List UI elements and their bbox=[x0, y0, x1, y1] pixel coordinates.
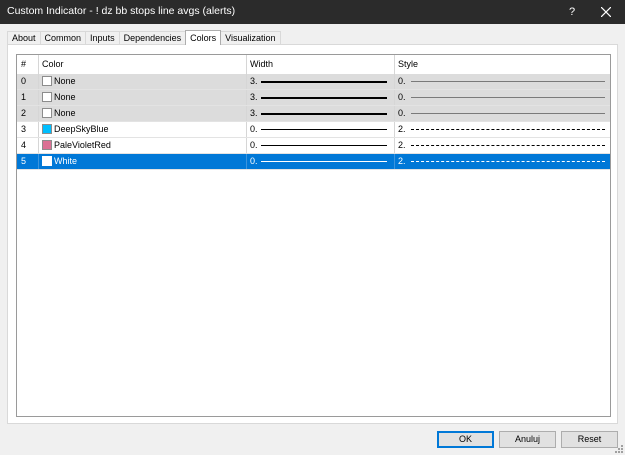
style-value: 0. bbox=[398, 108, 406, 118]
title-bar: Custom Indicator - ! dz bb stops line av… bbox=[0, 0, 625, 24]
color-cell[interactable]: White bbox=[39, 154, 247, 169]
table-row[interactable]: 2 None 3. 0. bbox=[17, 106, 610, 122]
colors-tab-panel: # Color Width Style 0 None 3. 0. 1 None 3. 0. 2 N… bbox=[7, 44, 618, 424]
cancel-button[interactable]: Anuluj bbox=[499, 431, 556, 448]
color-name: None bbox=[54, 76, 76, 86]
column-header-style[interactable]: Style bbox=[395, 55, 610, 74]
ok-button[interactable]: OK bbox=[437, 431, 494, 448]
tab-visualization[interactable]: Visualization bbox=[220, 31, 281, 45]
row-number: 1 bbox=[17, 90, 39, 105]
colors-grid: # Color Width Style 0 None 3. 0. 1 None 3. 0. 2 N… bbox=[16, 54, 611, 417]
width-cell[interactable]: 3. bbox=[247, 74, 395, 89]
width-cell[interactable]: 3. bbox=[247, 90, 395, 105]
width-cell[interactable]: 0. bbox=[247, 154, 395, 169]
row-number: 5 bbox=[17, 154, 39, 169]
width-value: 3. bbox=[250, 76, 258, 86]
color-swatch bbox=[42, 92, 52, 102]
row-number: 2 bbox=[17, 106, 39, 121]
width-sample-line bbox=[261, 129, 387, 130]
width-value: 0. bbox=[250, 140, 258, 150]
width-value: 3. bbox=[250, 108, 258, 118]
width-sample-line bbox=[261, 81, 387, 83]
style-value: 0. bbox=[398, 76, 406, 86]
style-value: 2. bbox=[398, 140, 406, 150]
table-row[interactable]: 4 PaleVioletRed 0. 2. bbox=[17, 138, 610, 154]
style-sample-line bbox=[411, 113, 605, 114]
color-cell[interactable]: PaleVioletRed bbox=[39, 138, 247, 153]
style-sample-line bbox=[411, 145, 605, 146]
width-value: 0. bbox=[250, 124, 258, 134]
color-swatch bbox=[42, 108, 52, 118]
width-cell[interactable]: 3. bbox=[247, 106, 395, 121]
width-cell[interactable]: 0. bbox=[247, 122, 395, 137]
tab-inputs[interactable]: Inputs bbox=[85, 31, 120, 45]
tab-common[interactable]: Common bbox=[39, 31, 87, 45]
color-cell[interactable]: None bbox=[39, 90, 247, 105]
style-cell[interactable]: 2. bbox=[395, 154, 610, 169]
width-sample-line bbox=[261, 161, 387, 162]
row-number: 0 bbox=[17, 74, 39, 89]
color-name: DeepSkyBlue bbox=[54, 124, 109, 134]
style-cell[interactable]: 0. bbox=[395, 74, 610, 89]
resize-grip-icon[interactable] bbox=[614, 444, 624, 454]
style-cell[interactable]: 0. bbox=[395, 106, 610, 121]
width-sample-line bbox=[261, 97, 387, 99]
style-sample-line bbox=[411, 129, 605, 130]
row-number: 4 bbox=[17, 138, 39, 153]
color-name: None bbox=[54, 108, 76, 118]
table-row[interactable]: 3 DeepSkyBlue 0. 2. bbox=[17, 122, 610, 138]
tab-about[interactable]: About bbox=[7, 31, 41, 45]
table-row[interactable]: 0 None 3. 0. bbox=[17, 74, 610, 90]
style-value: 0. bbox=[398, 92, 406, 102]
table-row[interactable]: 5 White 0. 2. bbox=[17, 154, 610, 170]
reset-button[interactable]: Reset bbox=[561, 431, 618, 448]
color-name: White bbox=[54, 156, 78, 166]
width-value: 3. bbox=[250, 92, 258, 102]
window-title: Custom Indicator - ! dz bb stops line av… bbox=[7, 5, 236, 17]
style-cell[interactable]: 0. bbox=[395, 90, 610, 105]
color-name: None bbox=[54, 92, 76, 102]
color-name: PaleVioletRed bbox=[54, 140, 111, 150]
style-value: 2. bbox=[398, 156, 406, 166]
close-button[interactable] bbox=[594, 0, 618, 24]
row-number: 3 bbox=[17, 122, 39, 137]
style-value: 2. bbox=[398, 124, 406, 134]
style-sample-line bbox=[411, 161, 605, 162]
column-header-color[interactable]: Color bbox=[39, 55, 247, 74]
color-cell[interactable]: None bbox=[39, 106, 247, 121]
color-swatch bbox=[42, 156, 52, 166]
color-swatch bbox=[42, 76, 52, 86]
style-sample-line bbox=[411, 97, 605, 98]
column-header-number[interactable]: # bbox=[17, 55, 39, 74]
width-sample-line bbox=[261, 145, 387, 146]
width-sample-line bbox=[261, 113, 387, 115]
column-header-width[interactable]: Width bbox=[247, 55, 395, 74]
style-cell[interactable]: 2. bbox=[395, 122, 610, 137]
close-icon bbox=[600, 6, 612, 18]
style-cell[interactable]: 2. bbox=[395, 138, 610, 153]
width-cell[interactable]: 0. bbox=[247, 138, 395, 153]
tab-strip: About Common Inputs Dependencies Colors … bbox=[7, 30, 281, 45]
color-cell[interactable]: None bbox=[39, 74, 247, 89]
help-button[interactable]: ? bbox=[560, 0, 584, 24]
color-cell[interactable]: DeepSkyBlue bbox=[39, 122, 247, 137]
tab-dependencies[interactable]: Dependencies bbox=[118, 31, 187, 45]
color-swatch bbox=[42, 124, 52, 134]
color-swatch bbox=[42, 140, 52, 150]
width-value: 0. bbox=[250, 156, 258, 166]
table-row[interactable]: 1 None 3. 0. bbox=[17, 90, 610, 106]
grid-header-row: # Color Width Style bbox=[17, 55, 610, 74]
style-sample-line bbox=[411, 81, 605, 82]
tab-colors[interactable]: Colors bbox=[185, 30, 222, 45]
